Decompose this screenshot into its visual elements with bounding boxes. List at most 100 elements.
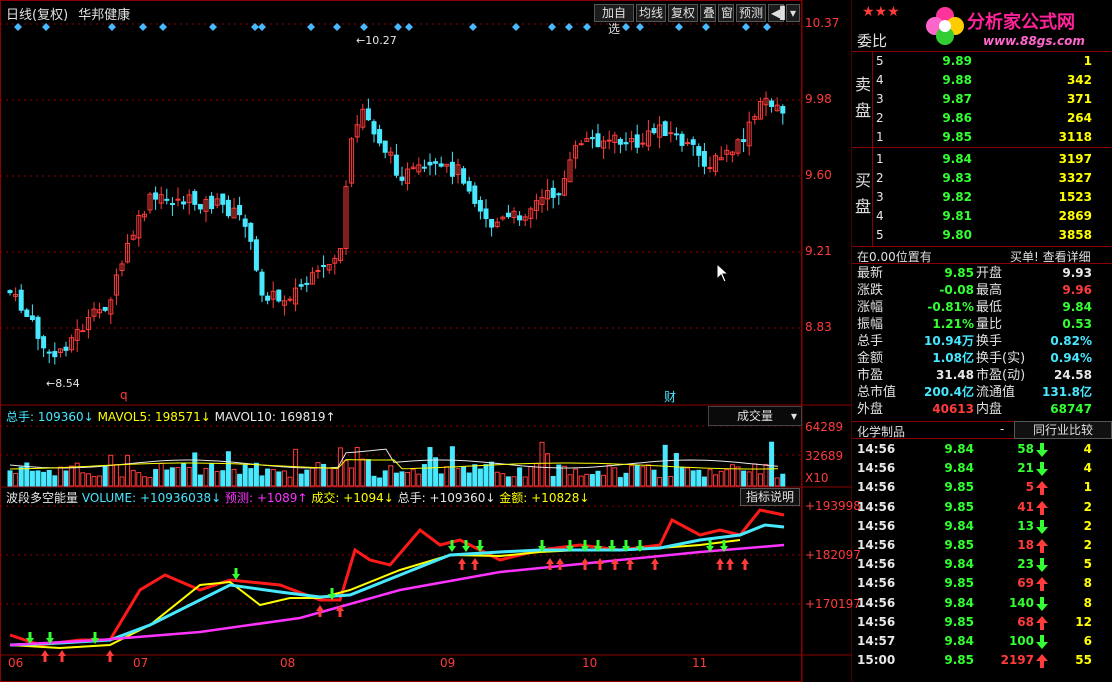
buy-volume: 3327 [1058, 171, 1092, 185]
quote-label: 换手 [976, 334, 1003, 349]
candle-body [52, 351, 58, 358]
collapse-button[interactable]: - [1000, 422, 1004, 436]
indicator-amount: 金额: +10828↓ [499, 491, 590, 505]
candle-body [433, 161, 439, 164]
candle-body [421, 166, 427, 169]
candle-body [63, 346, 69, 351]
volume-bar [343, 460, 349, 487]
volume-bar [612, 467, 618, 487]
volume-bar [192, 452, 198, 487]
volume-bar [298, 473, 304, 487]
tick-volume: 18 [1017, 538, 1034, 552]
prev-button[interactable]: ◀▌ [768, 4, 789, 22]
add-watchlist-button[interactable]: 加自选 [594, 4, 634, 36]
price-axis-label: 9.60 [805, 168, 832, 182]
candle-body [225, 199, 231, 217]
arrow-down-icon [1036, 558, 1048, 573]
quote-label: 涨跌 [857, 283, 884, 298]
arrow-down-icon [1036, 462, 1048, 477]
forecast-button[interactable]: 预测 [736, 4, 766, 22]
sell-level: 5 [876, 54, 884, 68]
volume-bar [741, 470, 747, 487]
volume-bar [707, 469, 713, 487]
volume-indicator-select[interactable]: 成交量 ▾ [708, 406, 802, 426]
tick-volume: 69 [1017, 576, 1034, 591]
signal-diamond [394, 23, 402, 31]
indicator-total: 总手: +109360↓ [397, 491, 496, 505]
industry-compare-button[interactable]: 同行业比较 [1014, 421, 1112, 439]
indicator-help-button[interactable]: 指标说明 [740, 488, 800, 506]
arrow-up-icon [1036, 500, 1048, 515]
candle-body [220, 193, 226, 205]
candle-body [41, 336, 47, 349]
tick-count: 6 [1083, 634, 1092, 648]
mouse-cursor-icon [716, 262, 730, 286]
quote-value: 24.58 [1054, 368, 1092, 382]
x-axis-label: 10 [582, 656, 598, 670]
volume-bar [685, 467, 691, 487]
tick-time: 14:56 [857, 480, 896, 495]
quote-label: 市盈 [857, 368, 884, 383]
buy-price: 9.84 [942, 152, 972, 166]
view-detail-link[interactable]: 买单! 查看详细 [1010, 248, 1091, 265]
low-price-annotation: ←8.54 [46, 377, 80, 390]
indicator-axis-label: +170197 [805, 597, 861, 611]
tick-count: 4 [1083, 461, 1092, 476]
high-price-annotation: ←10.27 [356, 34, 397, 47]
candle-body [707, 167, 713, 170]
candle-body [242, 218, 248, 227]
volume-bar [472, 464, 478, 487]
arrow-up-icon [556, 558, 564, 570]
candle-body [668, 132, 674, 135]
candle-body [449, 161, 455, 177]
x-axis-label: 08 [280, 656, 296, 670]
quote-value: 31.48 [936, 368, 974, 382]
buy-price: 9.83 [942, 171, 972, 185]
volume-bar [455, 468, 461, 487]
industry-name[interactable]: 化学制品 [857, 423, 905, 440]
arrow-down-icon [232, 568, 240, 580]
quote-value: 131.8亿 [1042, 385, 1092, 399]
sell-side-label: 卖盘 [853, 72, 873, 124]
logo-title: 分析家公式网 [967, 12, 1075, 33]
volume-bar [489, 461, 495, 487]
energy-magenta-line [9, 543, 785, 647]
volume-bar [528, 466, 534, 487]
candle-body [651, 128, 657, 134]
arrow-up-icon [716, 558, 724, 570]
tick-volume: 21 [1017, 461, 1034, 476]
tick-count: 2 [1083, 499, 1092, 514]
site-logo: 分析家公式网 www.88gs.com [925, 4, 1109, 54]
event-marker[interactable]: q [120, 388, 128, 402]
adjust-button[interactable]: 复权 [668, 4, 698, 22]
volume-bar [158, 462, 164, 487]
volume-bar [97, 475, 103, 487]
toolbar-dropdown[interactable]: ▾ [786, 4, 800, 22]
overlay-button[interactable]: 叠 [700, 4, 716, 22]
quote-label: 量比 [976, 317, 1003, 332]
stock-chart-area[interactable] [0, 0, 852, 682]
tick-volume: 13 [1017, 518, 1034, 533]
indicator-axis-label: +182097 [805, 548, 861, 562]
buy-level: 4 [876, 209, 884, 223]
finance-marker[interactable]: 财 [664, 388, 676, 405]
signal-diamond [622, 23, 630, 31]
volume-bar [483, 464, 489, 487]
sell-level: 4 [876, 73, 884, 87]
ma-button[interactable]: 均线 [636, 4, 666, 22]
quote-value: 1.08亿 [932, 351, 974, 365]
volume-bar [175, 467, 181, 487]
candle-body [175, 198, 181, 201]
volume-bar [220, 470, 226, 487]
volume-bar [757, 473, 763, 487]
volume-bar [679, 466, 685, 487]
tick-count: 55 [1075, 653, 1092, 668]
volume-bar [623, 472, 629, 487]
tick-time: 15:00 [857, 653, 896, 668]
volume-bar [595, 470, 601, 487]
indicator-deal: 成交: +1094↓ [311, 491, 394, 505]
buy-level: 3 [876, 190, 884, 204]
sell-price: 9.86 [942, 111, 972, 125]
window-button[interactable]: 窗 [718, 4, 734, 22]
chart-period: 日线(复权) [6, 8, 69, 23]
